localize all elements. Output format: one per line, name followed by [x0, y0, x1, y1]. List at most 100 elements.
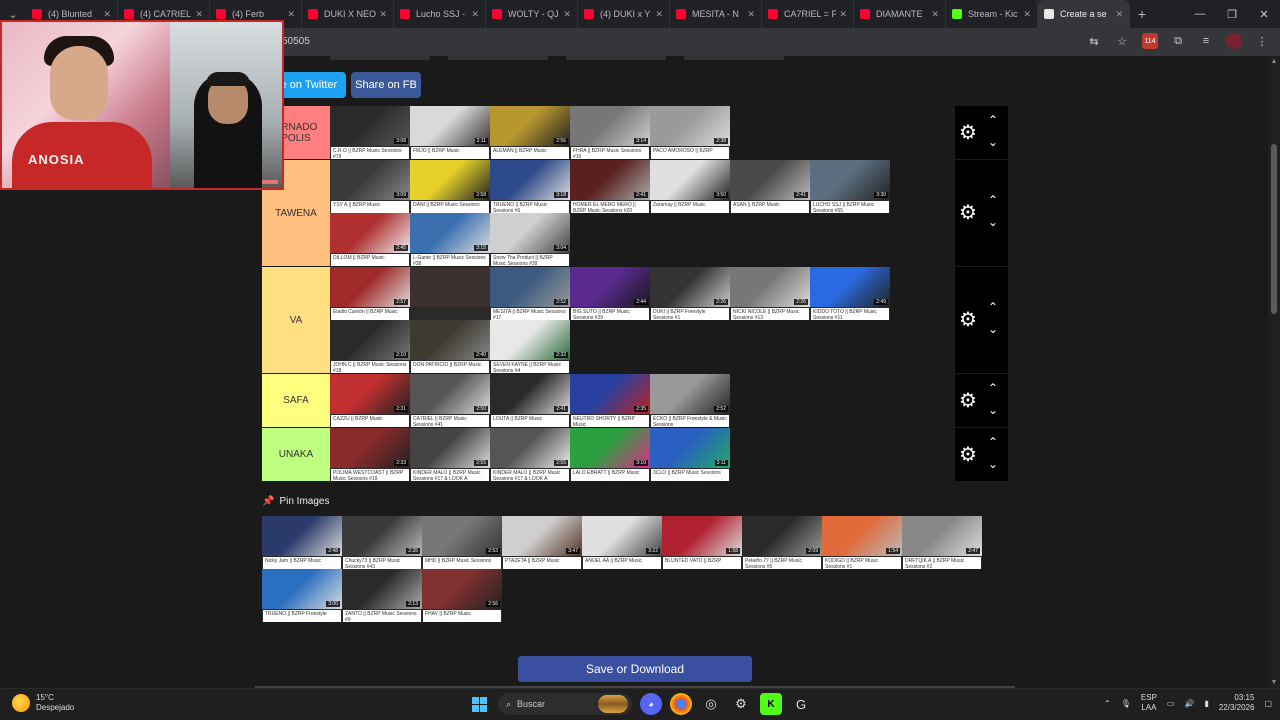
tab-close-icon[interactable]: ✕: [379, 9, 387, 20]
tier-label[interactable]: SAFA: [262, 374, 330, 427]
browser-tab[interactable]: DIAMANTE ✕: [854, 0, 946, 28]
tab-close-icon[interactable]: ✕: [655, 9, 663, 20]
tier-settings-gear-icon[interactable]: ⚙: [958, 391, 978, 411]
video-thumbnail[interactable]: 2:41 LOUTA || BZRP Music: [490, 374, 570, 427]
move-down-chevron-icon[interactable]: ⌄: [985, 457, 1001, 471]
video-thumbnail[interactable]: 2:31 CAZZU || BZRP Music: [330, 374, 410, 427]
video-thumbnail[interactable]: 3:09 YSY A || BZRP Music: [330, 160, 410, 213]
kick-app-icon[interactable]: K: [760, 693, 782, 715]
kebab-menu-icon[interactable]: ⋮: [1254, 33, 1270, 49]
video-thumbnail[interactable]: 2:52 ECKO || BZRP Freestyle & Music Sessi…: [650, 374, 730, 427]
video-thumbnail[interactable]: 3:00 TRUENO || BZRP Freestyle: [262, 569, 342, 622]
weather-widget[interactable]: 15°C Despejado: [12, 693, 74, 713]
maximize-icon[interactable]: ❐: [1216, 0, 1248, 28]
video-thumbnail[interactable]: 3:18 TRUENO || BZRP Music Sessions #6: [490, 160, 570, 213]
video-thumbnail[interactable]: 2:50 CA7RIEL || BZRP Music Sessions #41: [410, 374, 490, 427]
url-text[interactable]: 50505: [282, 36, 310, 47]
video-thumbnail[interactable]: 2:11 FMJO || BZRP Music: [410, 106, 490, 159]
new-tab-button[interactable]: +: [1130, 6, 1154, 22]
move-down-chevron-icon[interactable]: ⌄: [985, 322, 1001, 336]
move-up-chevron-icon[interactable]: ⌃: [985, 381, 1001, 395]
video-thumbnail[interactable]: 2:44 BIG SUTO || BZRP Music Sessions #29: [570, 267, 650, 320]
browser-tab[interactable]: (4) DUKI x Y ✕: [578, 0, 670, 28]
tab-close-icon[interactable]: ✕: [1023, 9, 1031, 20]
media-control-icon[interactable]: ≡: [1198, 33, 1214, 49]
tab-close-icon[interactable]: ✕: [839, 9, 847, 20]
browser-tab[interactable]: Lucho SSJ - ✕: [394, 0, 486, 28]
tab-close-icon[interactable]: ✕: [747, 9, 755, 20]
move-up-chevron-icon[interactable]: ⌃: [985, 113, 1001, 127]
tab-close-icon[interactable]: ✕: [471, 9, 479, 20]
video-thumbnail[interactable]: 1:58 BLUNTED VATO || BZRP: [662, 516, 742, 569]
video-thumbnail[interactable]: 2:56 FHAV || BZRP Music: [422, 569, 502, 622]
video-thumbnail[interactable]: 2:26 NICKI NICOLE || BZRP Music Sessions …: [730, 267, 810, 320]
video-thumbnail[interactable]: [410, 267, 490, 320]
tier-settings-gear-icon[interactable]: ⚙: [958, 203, 978, 223]
video-thumbnail[interactable]: 2:35 NEUTRO SHORTY || BZRP Music: [570, 374, 650, 427]
extension-badge-icon[interactable]: 114: [1142, 33, 1158, 49]
move-up-chevron-icon[interactable]: ⌃: [985, 193, 1001, 207]
move-down-chevron-icon[interactable]: ⌄: [985, 403, 1001, 417]
tab-close-icon[interactable]: ✕: [287, 9, 295, 20]
tier-label[interactable]: VA: [262, 267, 330, 373]
browser-tab[interactable]: Create a se ✕: [1038, 0, 1130, 28]
microphone-icon[interactable]: 🎙: [1121, 699, 1131, 708]
video-thumbnail[interactable]: 2:40 DON PATRICIO || BZRP Music: [410, 320, 490, 373]
scroll-down-arrow-icon[interactable]: ▼: [1268, 679, 1280, 686]
scroll-up-arrow-icon[interactable]: ▲: [1268, 58, 1280, 65]
taskbar-search[interactable]: ⌕ Buscar: [498, 693, 632, 715]
windows-start-icon[interactable]: [468, 693, 490, 715]
video-thumbnail[interactable]: 2:45 DILLOM || BZRP Music: [330, 213, 410, 266]
tab-close-icon[interactable]: ✕: [563, 9, 571, 20]
tab-close-icon[interactable]: ✕: [1115, 9, 1123, 20]
video-thumbnail[interactable]: 2:52 MESITA || BZRP Music Sessions #17: [490, 267, 570, 320]
browser-tab[interactable]: DUKI X NEO ✕: [302, 0, 394, 28]
language-indicator[interactable]: ESP LAA: [1141, 693, 1157, 713]
move-down-chevron-icon[interactable]: ⌄: [985, 215, 1001, 229]
video-thumbnail[interactable]: 2:49 KIDDO TOTO || BZRP Music Sessions #1…: [810, 267, 890, 320]
profile-avatar-icon[interactable]: [1226, 33, 1242, 49]
tier-label[interactable]: UNAKA: [262, 428, 330, 481]
video-thumbnail[interactable]: 2:26 DUKI || BZRP Freestyle Sessions #1: [650, 267, 730, 320]
video-thumbnail[interactable]: 3:30 LUCHO SSJ || BZRP Music Sessions #55: [810, 160, 890, 213]
discord-icon[interactable]: ◕: [640, 693, 662, 715]
page-scrollbar[interactable]: ▲ ▼: [1268, 56, 1280, 688]
browser-tab[interactable]: WOLTY - QJ ✕: [486, 0, 578, 28]
share-facebook-button[interactable]: Share on FB: [351, 72, 421, 98]
chrome-icon[interactable]: [670, 693, 692, 715]
video-thumbnail[interactable]: 2:13 ZANTO || BZRP Music Sessions #9: [342, 569, 422, 622]
tray-chevron-icon[interactable]: ⌃: [1104, 699, 1111, 708]
browser-tab[interactable]: CA7RIEL = P ✕: [762, 0, 854, 28]
volume-icon[interactable]: 🔊: [1184, 699, 1194, 708]
translate-icon[interactable]: ⇆: [1086, 33, 1102, 49]
move-up-chevron-icon[interactable]: ⌃: [985, 300, 1001, 314]
scroll-thumb[interactable]: [1271, 144, 1277, 314]
move-down-chevron-icon[interactable]: ⌄: [985, 135, 1001, 149]
video-thumbnail[interactable]: 3:15 L-Gante || BZRP Music Sessions #38: [410, 213, 490, 266]
video-thumbnail[interactable]: 2:53 MHD || BZRP Music Sessions: [422, 516, 502, 569]
video-thumbnail[interactable]: 2:55 KINDER MALO || BZRP Music Sessions #…: [490, 428, 570, 481]
minimize-icon[interactable]: —: [1184, 0, 1216, 28]
browser-tab[interactable]: MESITA - N ✕: [670, 0, 762, 28]
close-window-icon[interactable]: ✕: [1248, 0, 1280, 28]
obs-icon[interactable]: ◎: [700, 693, 722, 715]
video-thumbnail[interactable]: 3:14 FHRA || BZRP Music Sessions #16: [570, 106, 650, 159]
video-thumbnail[interactable]: 2:58 DANI || BZRP Music Sessions: [410, 160, 490, 213]
tier-settings-gear-icon[interactable]: ⚙: [958, 445, 978, 465]
video-thumbnail[interactable]: 2:56 ALEMÁN || BZRP Music: [490, 106, 570, 159]
notification-icon[interactable]: ▢: [1264, 699, 1272, 708]
video-thumbnail[interactable]: 3:47 PTAZETA || BZRP Music: [502, 516, 582, 569]
video-thumbnail[interactable]: 3:04 Snow Tha Product || BZRP Music Sessi…: [490, 213, 570, 266]
video-thumbnail[interactable]: 2:47 DRFTQIK A || BZRP Music Sessions #2: [902, 516, 982, 569]
app-logo-icon[interactable]: G: [790, 693, 812, 715]
video-thumbnail[interactable]: 3:11 3CLO || BZRP Music Sessions: [650, 428, 730, 481]
video-thumbnail[interactable]: 2:41 HOMER EL MERO MERO || BZRP Music Ses…: [570, 160, 650, 213]
taskbar-clock[interactable]: 03:15 22/3/2026: [1219, 693, 1255, 713]
video-thumbnail[interactable]: 3:50 Zaramay || BZRP Music: [650, 160, 730, 213]
video-thumbnail[interactable]: 2:57 Eladio Carrión || BZRP Music: [330, 267, 410, 320]
browser-tab[interactable]: Stream - Kic ✕: [946, 0, 1038, 28]
save-download-button[interactable]: Save or Download: [518, 656, 752, 682]
video-thumbnail[interactable]: 2:41 ASAN || BZRP Music: [730, 160, 810, 213]
video-thumbnail[interactable]: 2:38 PACO AMOROSO || BZRP: [650, 106, 730, 159]
move-up-chevron-icon[interactable]: ⌃: [985, 435, 1001, 449]
